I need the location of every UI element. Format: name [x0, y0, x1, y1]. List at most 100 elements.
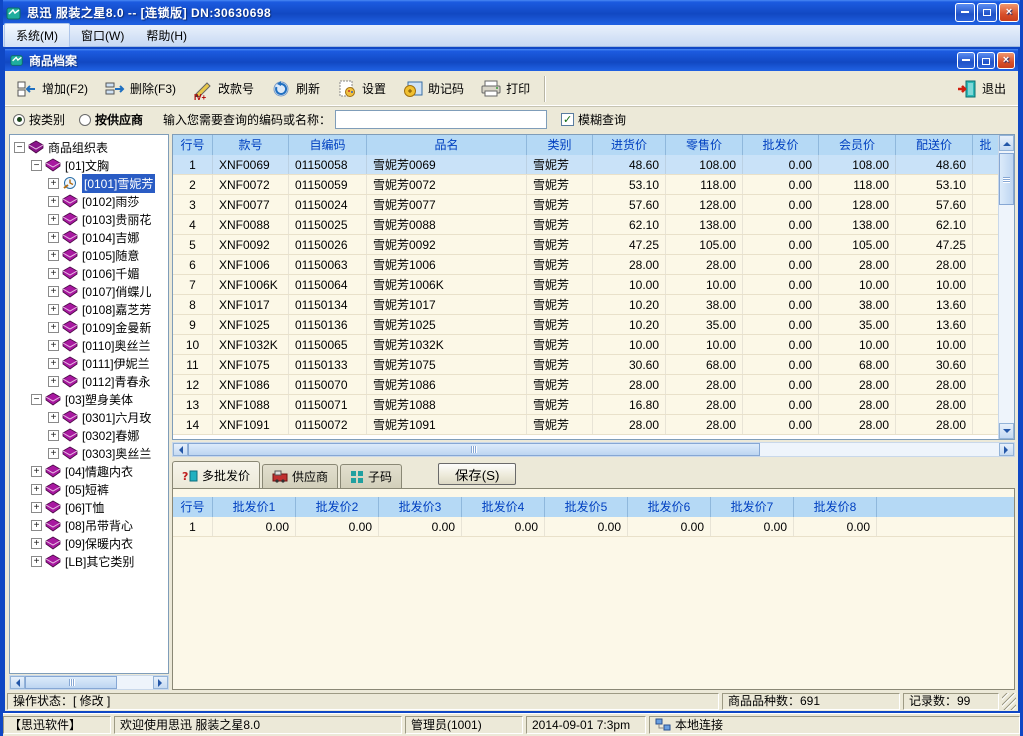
expand-icon[interactable]: +: [48, 196, 59, 207]
column-header[interactable]: 品名: [367, 135, 527, 155]
scroll-right-icon[interactable]: [153, 676, 168, 689]
add-button[interactable]: 增加(F2): [11, 74, 93, 104]
column-header[interactable]: 批发价6: [628, 497, 711, 517]
delete-button[interactable]: 删除(F3): [99, 74, 181, 104]
expand-icon[interactable]: +: [48, 448, 59, 459]
tree-item[interactable]: +[0109]金曼新: [10, 318, 168, 336]
menu-help[interactable]: 帮助(H): [135, 24, 198, 47]
table-horizontal-scrollbar[interactable]: [172, 442, 1015, 457]
doc-restore-button[interactable]: [977, 52, 995, 69]
column-header[interactable]: 批发价3: [379, 497, 462, 517]
expand-icon[interactable]: +: [31, 502, 42, 513]
table-row[interactable]: 5XNF009201150026雪妮芳0092雪妮芳47.25105.000.0…: [173, 235, 998, 255]
table-row[interactable]: 1XNF006901150058雪妮芳0069雪妮芳48.60108.000.0…: [173, 155, 998, 175]
tree-item[interactable]: +[0107]俏蝶儿: [10, 282, 168, 300]
expand-icon[interactable]: +: [31, 466, 42, 477]
search-input[interactable]: [335, 110, 547, 129]
expand-icon[interactable]: +: [48, 430, 59, 441]
doc-close-button[interactable]: ×: [997, 52, 1015, 69]
expand-icon[interactable]: +: [48, 232, 59, 243]
scroll-left-icon[interactable]: [10, 676, 25, 689]
expand-icon[interactable]: +: [48, 412, 59, 423]
expand-icon[interactable]: +: [31, 556, 42, 567]
scroll-up-icon[interactable]: [999, 135, 1014, 151]
menu-system[interactable]: 系统(M): [4, 23, 70, 48]
tree-item[interactable]: +[06]T恤: [10, 498, 168, 516]
tree-item[interactable]: +[09]保暖内衣: [10, 534, 168, 552]
column-header[interactable]: 批发价8: [794, 497, 877, 517]
doc-minimize-button[interactable]: [957, 52, 975, 69]
column-header[interactable]: 零售价: [666, 135, 743, 155]
column-header[interactable]: 行号: [173, 497, 213, 517]
tree-item[interactable]: +[0303]奥丝兰: [10, 444, 168, 462]
tree-item[interactable]: −[03]塑身美体: [10, 390, 168, 408]
column-header[interactable]: 款号: [213, 135, 289, 155]
tree-item[interactable]: +[0102]雨莎: [10, 192, 168, 210]
table-row[interactable]: 13XNF108801150071雪妮芳1088雪妮芳16.8028.000.0…: [173, 395, 998, 415]
expand-icon[interactable]: −: [14, 142, 25, 153]
exit-button[interactable]: 退出: [950, 74, 1012, 104]
expand-icon[interactable]: +: [31, 520, 42, 531]
expand-icon[interactable]: +: [48, 340, 59, 351]
mnemonic-button[interactable]: 助记码: [397, 74, 469, 104]
maximize-button[interactable]: [977, 3, 997, 22]
expand-icon[interactable]: +: [48, 358, 59, 369]
column-header[interactable]: 配送价: [896, 135, 973, 155]
tab-subcode[interactable]: 子码: [340, 464, 402, 488]
column-header[interactable]: 批发价: [743, 135, 819, 155]
expand-icon[interactable]: +: [31, 484, 42, 495]
close-button[interactable]: ×: [999, 3, 1019, 22]
tree-item[interactable]: +[0103]贵丽花: [10, 210, 168, 228]
tree-item[interactable]: +[0111]伊妮兰: [10, 354, 168, 372]
tree-item[interactable]: +[0104]吉娜: [10, 228, 168, 246]
table-row[interactable]: 6XNF100601150063雪妮芳1006雪妮芳28.0028.000.00…: [173, 255, 998, 275]
scroll-down-icon[interactable]: [999, 423, 1014, 439]
tree-item[interactable]: +[0105]随意: [10, 246, 168, 264]
tree-item[interactable]: +[0108]嘉芝芳: [10, 300, 168, 318]
scroll-right-icon[interactable]: [999, 443, 1014, 456]
column-header[interactable]: 行号: [173, 135, 213, 155]
restyle-button[interactable]: IV+ 改款号: [187, 74, 259, 104]
expand-icon[interactable]: −: [31, 160, 42, 171]
expand-icon[interactable]: +: [31, 538, 42, 549]
tree-horizontal-scrollbar[interactable]: [9, 675, 169, 690]
table-row[interactable]: 14XNF109101150072雪妮芳1091雪妮芳28.0028.000.0…: [173, 415, 998, 435]
tree-item[interactable]: +[0101]雪妮芳: [10, 174, 168, 192]
table-hscroll-thumb[interactable]: [188, 443, 760, 456]
column-header[interactable]: 进货价: [593, 135, 666, 155]
tree-item[interactable]: +[0106]千媚: [10, 264, 168, 282]
table-row[interactable]: 9XNF102501150136雪妮芳1025雪妮芳10.2035.000.00…: [173, 315, 998, 335]
tree-item[interactable]: +[0301]六月玫: [10, 408, 168, 426]
fuzzy-checkbox[interactable]: ✓: [561, 113, 574, 126]
expand-icon[interactable]: +: [48, 376, 59, 387]
tree-item[interactable]: −商品组织表: [10, 138, 168, 156]
expand-icon[interactable]: −: [31, 394, 42, 405]
resize-grip[interactable]: [1002, 693, 1016, 710]
expand-icon[interactable]: +: [48, 322, 59, 333]
expand-icon[interactable]: +: [48, 214, 59, 225]
tab-multi-wholesale[interactable]: ? 多批发价: [172, 461, 260, 488]
column-header[interactable]: 批: [973, 135, 998, 155]
category-radio[interactable]: [13, 114, 25, 126]
column-header[interactable]: 批发价7: [711, 497, 794, 517]
tree-scroll-thumb[interactable]: [25, 676, 117, 689]
supplier-radio[interactable]: [79, 114, 91, 126]
column-header[interactable]: 类别: [527, 135, 593, 155]
tree-item[interactable]: +[0302]春娜: [10, 426, 168, 444]
expand-icon[interactable]: +: [48, 286, 59, 297]
table-row[interactable]: 4XNF008801150025雪妮芳0088雪妮芳62.10138.000.0…: [173, 215, 998, 235]
menu-window[interactable]: 窗口(W): [70, 24, 135, 47]
table-row[interactable]: 3XNF007701150024雪妮芳0077雪妮芳57.60128.000.0…: [173, 195, 998, 215]
table-row[interactable]: 8XNF101701150134雪妮芳1017雪妮芳10.2038.000.00…: [173, 295, 998, 315]
expand-icon[interactable]: +: [48, 304, 59, 315]
column-header[interactable]: 批发价2: [296, 497, 379, 517]
tree-item[interactable]: +[08]吊带背心: [10, 516, 168, 534]
print-button[interactable]: 打印: [475, 74, 535, 104]
settings-button[interactable]: 设置: [331, 74, 391, 104]
expand-icon[interactable]: +: [48, 250, 59, 261]
column-header[interactable]: 批发价1: [213, 497, 296, 517]
tree-item[interactable]: +[04]情趣内衣: [10, 462, 168, 480]
table-vscroll-thumb[interactable]: [999, 153, 1014, 205]
column-header[interactable]: 批发价5: [545, 497, 628, 517]
subtable-row[interactable]: 10.000.000.000.000.000.000.000.00: [173, 517, 1014, 537]
